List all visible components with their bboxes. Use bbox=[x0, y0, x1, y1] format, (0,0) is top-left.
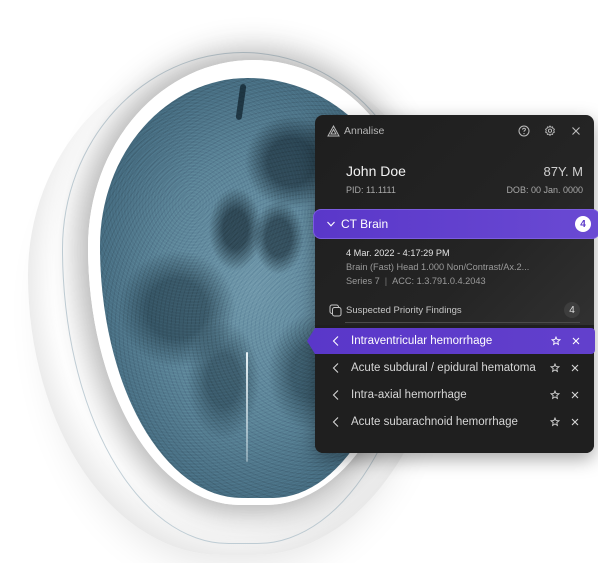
patient-age-sex: 87Y. M bbox=[543, 164, 583, 179]
study-date: 4 Mar. 2022 - 4:17:29 PM bbox=[346, 248, 450, 258]
study-acc: ACC: 1.3.791.0.4.2043 bbox=[392, 276, 486, 286]
study-toggle[interactable]: CT Brain 4 bbox=[313, 209, 598, 239]
finding-label: Acute subdural / epidural hematoma bbox=[351, 362, 536, 374]
divider bbox=[345, 322, 580, 323]
separator: | bbox=[384, 276, 388, 286]
study-details: 4 Mar. 2022 - 4:17:29 PM Brain (Fast) He… bbox=[346, 246, 582, 288]
falx-midline bbox=[246, 352, 248, 462]
chevron-left-icon bbox=[332, 363, 339, 373]
annalise-logo-icon bbox=[327, 125, 340, 137]
dismiss-icon[interactable] bbox=[570, 417, 580, 427]
chevron-left-icon bbox=[332, 417, 339, 427]
finding-item[interactable]: Acute subdural / epidural hematoma bbox=[315, 355, 594, 381]
settings-icon bbox=[545, 125, 555, 137]
star-icon[interactable] bbox=[550, 390, 560, 400]
star-icon[interactable] bbox=[550, 363, 560, 373]
finding-label: Acute subarachnoid hemorrhage bbox=[351, 416, 518, 428]
close-button[interactable] bbox=[570, 125, 582, 137]
panel-topbar: Annalise bbox=[327, 123, 582, 139]
finding-label: Intra-axial hemorrhage bbox=[351, 389, 467, 401]
brand: Annalise bbox=[327, 125, 384, 137]
study-series: Series 7 bbox=[346, 276, 380, 286]
patient-dob: DOB: 00 Jan. 0000 bbox=[506, 185, 583, 195]
help-icon bbox=[518, 125, 530, 137]
brand-name: Annalise bbox=[344, 125, 385, 137]
patient-id: PID: 11.1111 bbox=[346, 185, 396, 195]
close-icon bbox=[572, 127, 580, 135]
dismiss-icon[interactable] bbox=[571, 336, 581, 346]
star-icon[interactable] bbox=[550, 417, 560, 427]
chevron-left-icon bbox=[332, 336, 339, 346]
study-description: Brain (Fast) Head 1.000 Non/Contrast/Ax.… bbox=[346, 262, 530, 272]
settings-button[interactable] bbox=[544, 125, 556, 137]
help-button[interactable] bbox=[518, 125, 530, 137]
chevron-left-icon bbox=[332, 390, 339, 400]
stack-icon bbox=[329, 304, 342, 316]
finding-item[interactable]: Intra-axial hemorrhage bbox=[315, 382, 594, 408]
patient-name: John Doe bbox=[346, 163, 406, 179]
dismiss-icon[interactable] bbox=[570, 390, 580, 400]
findings-title: Suspected Priority Findings bbox=[346, 304, 462, 316]
finding-label: Intraventricular hemorrhage bbox=[351, 335, 493, 347]
patient-info: John Doe 87Y. M PID: 11.1111 DOB: 00 Jan… bbox=[346, 163, 583, 195]
findings-count-badge: 4 bbox=[564, 302, 580, 318]
finding-item[interactable]: Intraventricular hemorrhage bbox=[307, 328, 595, 354]
chevron-down-icon bbox=[327, 221, 335, 227]
finding-item[interactable]: Acute subarachnoid hemorrhage bbox=[315, 409, 594, 435]
study-count-badge: 4 bbox=[575, 216, 591, 232]
findings-header: Suspected Priority Findings 4 bbox=[329, 301, 580, 319]
findings-panel: Annalise John Doe 87Y. M PID: 11.1111 DO… bbox=[307, 115, 598, 453]
dismiss-icon[interactable] bbox=[570, 363, 580, 373]
study-meta: Series 7 | ACC: 1.3.791.0.4.2043 bbox=[346, 274, 582, 288]
study-title: CT Brain bbox=[341, 217, 389, 231]
star-icon[interactable] bbox=[551, 336, 561, 346]
